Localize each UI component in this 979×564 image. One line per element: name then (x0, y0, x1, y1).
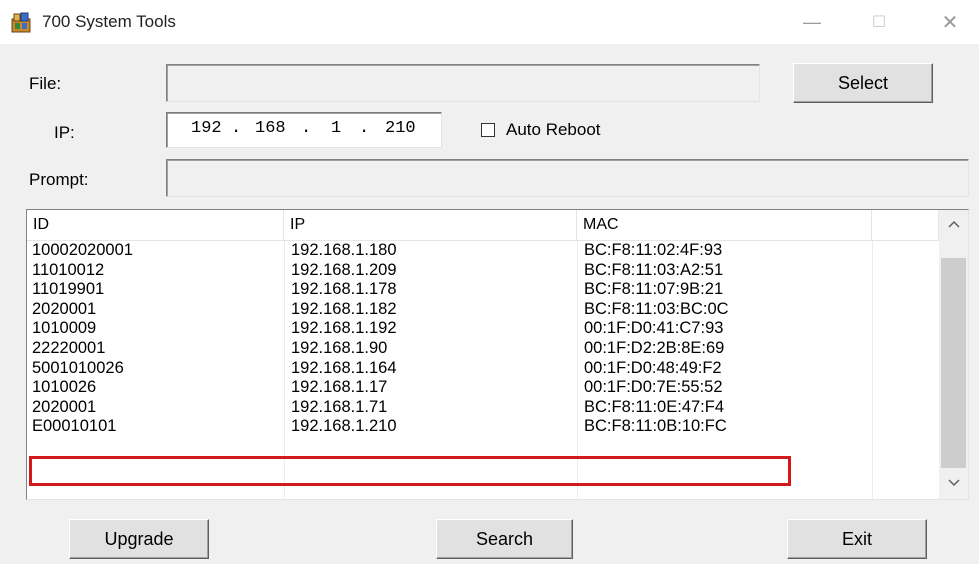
column-header-empty[interactable] (872, 210, 939, 240)
cell-ip: 192.168.1.164 (291, 358, 397, 377)
scrollbar-thumb[interactable] (941, 258, 966, 468)
cell-mac: 00:1F:D0:7E:55:52 (584, 378, 723, 397)
close-button[interactable]: ✕ (927, 8, 973, 36)
chevron-down-icon[interactable] (939, 469, 968, 497)
minimize-button[interactable]: — (789, 8, 835, 36)
cell-ip: 192.168.1.71 (291, 397, 388, 416)
table-row[interactable]: 22220001 192.168.1.90 00:1F:D2:2B:8E:69 (27, 339, 939, 359)
cell-mac: BC:F8:11:02:4F:93 (584, 241, 723, 259)
app-icon (11, 12, 31, 33)
cell-ip: 192.168.1.209 (291, 260, 397, 279)
cell-mac: BC:F8:11:0B:10:FC (584, 417, 727, 436)
cell-ip: 192.168.1.90 (291, 338, 388, 357)
cell-ip: 192.168.1.180 (291, 241, 397, 259)
column-header-id[interactable]: ID (27, 210, 284, 240)
auto-reboot-label[interactable]: Auto Reboot (506, 120, 601, 140)
device-list[interactable]: ID IP MAC 10002020001 192.168.1.180 BC:F8:… (26, 209, 969, 500)
table-row[interactable]: 2020001 192.168.1.71 BC:F8:11:0E:47:F4 (27, 398, 939, 418)
cell-ip: 192.168.1.17 (291, 378, 388, 397)
table-row[interactable]: 1010026 192.168.1.17 00:1F:D0:7E:55:52 (27, 378, 939, 398)
cell-mac: 00:1F:D2:2B:8E:69 (584, 338, 725, 357)
cell-id: E00010101 (32, 417, 117, 436)
cell-ip: 192.168.1.210 (291, 417, 397, 436)
ip-dot: . (301, 119, 312, 138)
cell-id: 11019901 (32, 280, 105, 299)
table-row[interactable]: 11019901 192.168.1.178 BC:F8:11:07:9B:21 (27, 280, 939, 300)
upgrade-button[interactable]: Upgrade (69, 519, 209, 559)
ip-label: IP: (54, 123, 75, 142)
cell-mac: BC:F8:11:03:A2:51 (584, 260, 724, 279)
table-row[interactable]: 1010009 192.168.1.192 00:1F:D0:41:C7:93 (27, 319, 939, 339)
maximize-button[interactable]: ☐ (856, 8, 902, 36)
list-header: ID IP MAC (27, 210, 939, 241)
ip-octet-3[interactable]: 1 (331, 119, 341, 138)
cell-mac: 00:1F:D0:41:C7:93 (584, 319, 724, 338)
select-button[interactable]: Select (793, 63, 933, 103)
cell-id: 2020001 (32, 299, 97, 318)
ip-octet-4[interactable]: 210 (385, 119, 416, 138)
prompt-label: Prompt: (29, 170, 89, 189)
table-row[interactable]: 10002020001 192.168.1.180 BC:F8:11:02:4F:9… (27, 241, 939, 261)
highlighted-row-outline (29, 456, 791, 486)
cell-mac: BC:F8:11:03:BC:0C (584, 299, 729, 318)
list-body: 10002020001 192.168.1.180 BC:F8:11:02:4F:9… (27, 241, 939, 437)
cell-id: 1010026 (32, 378, 97, 397)
table-row[interactable]: E00010101 192.168.1.210 BC:F8:11:0B:10:FC (27, 417, 939, 437)
ip-octet-1[interactable]: 192 (191, 119, 222, 138)
cell-id: 1010009 (32, 319, 97, 338)
column-header-ip[interactable]: IP (284, 210, 577, 240)
exit-button[interactable]: Exit (787, 519, 927, 559)
title-bar: 700 System Tools — ☐ ✕ (0, 0, 979, 44)
cell-mac: BC:F8:11:07:9B:21 (584, 280, 724, 299)
cell-ip: 192.168.1.192 (291, 319, 397, 338)
table-row[interactable]: 5001010026 192.168.1.164 00:1F:D0:48:49:F2 (27, 359, 939, 379)
search-button[interactable]: Search (436, 519, 573, 559)
file-field[interactable] (166, 64, 760, 102)
cell-id: 10002020001 (32, 241, 133, 259)
column-header-mac[interactable]: MAC (577, 210, 872, 240)
table-row[interactable]: 2020001 192.168.1.182 BC:F8:11:03:BC:0C (27, 300, 939, 320)
cell-mac: BC:F8:11:0E:47:F4 (584, 397, 725, 416)
cell-ip: 192.168.1.178 (291, 280, 397, 299)
cell-mac: 00:1F:D0:48:49:F2 (584, 358, 722, 377)
cell-id: 2020001 (32, 397, 97, 416)
cell-id: 5001010026 (32, 358, 124, 377)
ip-dot: . (231, 119, 242, 138)
chevron-up-icon[interactable] (939, 210, 968, 238)
table-row[interactable]: 11010012 192.168.1.209 BC:F8:11:03:A2:51 (27, 261, 939, 281)
auto-reboot-checkbox[interactable] (481, 123, 495, 137)
ip-address-input[interactable]: 192 . 168 . 1 . 210 (166, 112, 442, 148)
ip-dot: . (359, 119, 370, 138)
file-label: File: (29, 74, 62, 93)
window-title: 700 System Tools (42, 12, 176, 31)
ip-octet-2[interactable]: 168 (255, 119, 286, 138)
vertical-scrollbar[interactable] (939, 210, 968, 499)
cell-id: 22220001 (32, 338, 106, 357)
cell-id: 11010012 (32, 260, 105, 279)
prompt-field (166, 159, 969, 197)
cell-ip: 192.168.1.182 (291, 299, 397, 318)
